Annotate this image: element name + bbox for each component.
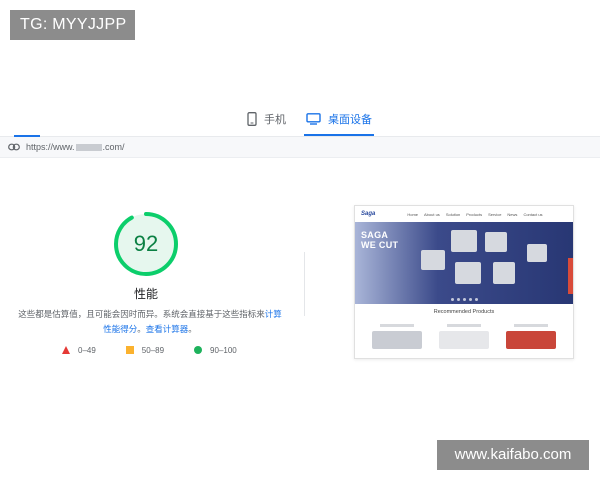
- legend-item-average: 50–89: [125, 345, 165, 355]
- legend-pass-label: 90–100: [210, 345, 237, 355]
- preview-nav-solution: Solution: [445, 211, 461, 217]
- performance-label: 性能: [133, 287, 158, 301]
- url-accent: [14, 135, 40, 137]
- preview-nav-about: About us: [424, 211, 440, 217]
- monitor-icon: [306, 113, 321, 125]
- link-icon: [8, 143, 20, 151]
- legend-item-fail: 0–49: [62, 346, 96, 355]
- legend-average-label: 50–89: [141, 345, 165, 355]
- preview-machine-image: [455, 262, 481, 284]
- description-text: 这些都是估算值，且可能会因时而异。系统会直接基于这些指标来: [18, 309, 265, 319]
- preview-logo: Saga: [361, 211, 376, 217]
- preview-brand-line1: SAGA: [361, 230, 389, 240]
- preview-banner: SAGA WE CUT: [355, 222, 573, 304]
- triangle-icon: [62, 346, 70, 354]
- description-end: 。: [188, 324, 197, 334]
- preview-brand-line2: WE CUT: [361, 240, 399, 250]
- square-icon: [125, 346, 134, 354]
- view-calculator-link[interactable]: 查看计算器: [146, 324, 189, 334]
- device-tabs: 手机 桌面设备: [0, 104, 600, 136]
- url-prefix: https://www.: [26, 142, 75, 152]
- tab-desktop-label: 桌面设备: [328, 114, 372, 126]
- preview-product-card: [438, 324, 489, 354]
- score-description: 这些都是估算值，且可能会因时而异。系统会直接基于这些指标来计算性能得分。查看计算…: [16, 307, 284, 337]
- preview-nav-home: Home: [407, 211, 419, 217]
- preview-machine-image: [451, 230, 477, 252]
- preview-nav-products: Products: [466, 211, 483, 217]
- url-bar: https://www. .com/: [0, 135, 600, 158]
- preview-carousel-dots: [355, 298, 573, 301]
- preview-machine-image: [493, 262, 515, 284]
- preview-products: [355, 318, 573, 354]
- preview-section-title: Recommended Products: [433, 309, 495, 315]
- preview-nav-service: Service: [488, 211, 502, 217]
- preview-brand: SAGA WE CUT: [361, 230, 398, 250]
- preview-nav-contact: Contact us: [523, 211, 543, 217]
- url-redacted: [75, 144, 102, 152]
- watermark-top-left: TG: MYYJJPP: [10, 10, 135, 40]
- vertical-divider: [304, 252, 305, 316]
- phone-icon: [247, 112, 257, 126]
- tab-mobile-label: 手机: [264, 114, 286, 126]
- score-value: 92: [133, 231, 159, 256]
- url-text[interactable]: https://www. .com/: [26, 142, 125, 152]
- preview-machine-image: [527, 244, 547, 262]
- page-screenshot-preview[interactable]: Saga Home About us Solution Products Ser…: [354, 205, 574, 359]
- url-suffix: .com/: [102, 142, 125, 152]
- tab-mobile[interactable]: 手机: [247, 104, 286, 134]
- preview-machine-image: [421, 250, 445, 270]
- legend-fail-label: 0–49: [78, 345, 96, 355]
- preview-nav-news: News: [507, 211, 518, 217]
- tab-desktop[interactable]: 桌面设备: [304, 104, 374, 136]
- preview-machine-image: [485, 232, 507, 252]
- description-separator: 。: [137, 324, 146, 334]
- circle-icon: [194, 346, 203, 354]
- preview-header: Saga Home About us Solution Products Ser…: [355, 206, 573, 222]
- watermark-bottom-right: www.kaifabo.com: [437, 440, 589, 470]
- preview-product-card: [371, 324, 422, 354]
- preview-side-tab: [568, 258, 573, 294]
- score-legend: 0–49 50–89 90–100: [62, 343, 267, 357]
- preview-product-card: [506, 324, 557, 354]
- legend-item-pass: 90–100: [194, 346, 237, 355]
